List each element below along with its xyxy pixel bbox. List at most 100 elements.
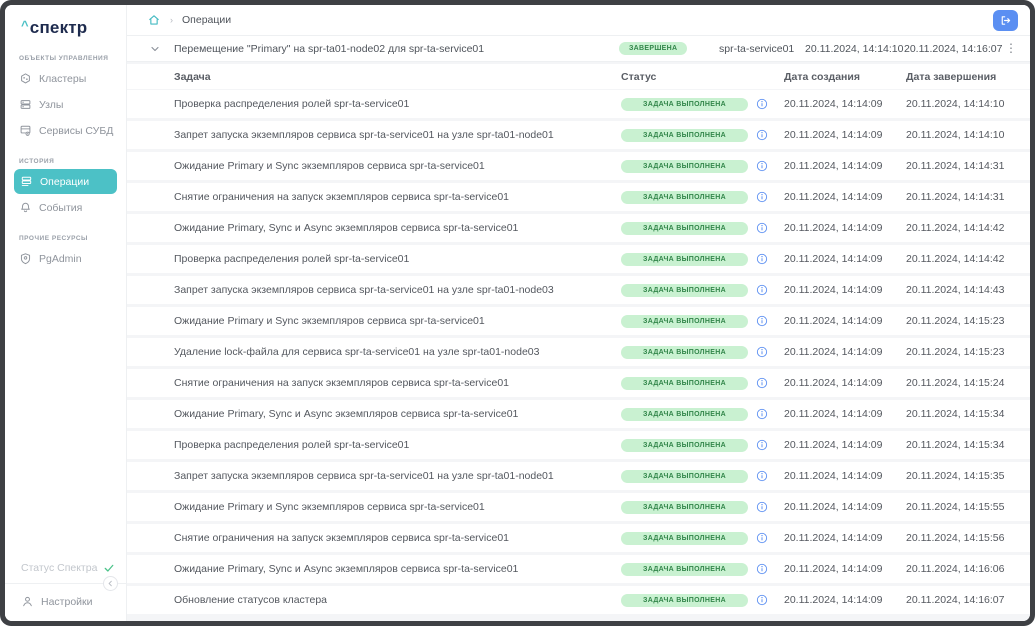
info-icon[interactable]	[756, 284, 768, 296]
pgadmin-icon	[19, 252, 32, 265]
task-status-badge: ЗАДАЧА ВЫПОЛНЕНА	[621, 563, 748, 576]
sidebar-collapse-button[interactable]	[103, 576, 118, 591]
task-label: Проверка распределения ролей spr-ta-serv…	[174, 253, 409, 265]
table-row[interactable]: Проверка распределения ролей spr-ta-serv…	[127, 431, 1030, 459]
table-row[interactable]: Удаление lock-файла для сервиса spr-ta-s…	[127, 338, 1030, 366]
column-finished: Дата завершения	[906, 71, 996, 83]
spektr-status-label: Статус Спектра	[21, 562, 97, 574]
topbar: › Операции	[127, 5, 1030, 36]
task-finished-at: 20.11.2024, 14:14:10	[906, 98, 1004, 110]
table-header: Задача Статус Дата создания Дата заверше…	[127, 64, 1030, 89]
task-label: Ожидание Primary и Sync экземпляров серв…	[174, 315, 485, 327]
sidebar-item-label: Операции	[40, 176, 89, 188]
table-row[interactable]: Снятие ограничения на запуск экземпляров…	[127, 524, 1030, 552]
table-row[interactable]: Ожидание Primary и Sync экземпляров серв…	[127, 493, 1030, 521]
task-label: Проверка распределения ролей spr-ta-serv…	[174, 439, 409, 451]
breadcrumb-current[interactable]: Операции	[182, 14, 231, 26]
info-icon[interactable]	[756, 222, 768, 234]
sidebar-section-label: ПРОЧИЕ РЕСУРСЫ	[19, 235, 116, 242]
table-row[interactable]: Запрет запуска экземпляров сервиса spr-t…	[127, 462, 1030, 490]
task-status-badge: ЗАДАЧА ВЫПОЛНЕНА	[621, 160, 748, 173]
logo-caret-icon: ^	[21, 18, 29, 33]
column-status: Статус	[621, 71, 656, 83]
table-row[interactable]: Проверка распределения ролей spr-ta-serv…	[127, 90, 1030, 118]
task-label: Запрет запуска экземпляров сервиса spr-t…	[174, 284, 554, 296]
chevron-down-icon[interactable]	[149, 43, 161, 55]
info-icon[interactable]	[756, 346, 768, 358]
task-finished-at: 20.11.2024, 14:15:23	[906, 346, 1004, 358]
task-created-at: 20.11.2024, 14:14:09	[784, 408, 882, 420]
info-icon[interactable]	[756, 315, 768, 327]
table-row[interactable]: Обновление статусов кластера ЗАДАЧА ВЫПО…	[127, 586, 1030, 614]
task-created-at: 20.11.2024, 14:14:09	[784, 315, 882, 327]
table-row[interactable]: Снятие ограничения на запуск экземпляров…	[127, 369, 1030, 397]
table-row[interactable]: Проверка распределения ролей spr-ta-serv…	[127, 245, 1030, 273]
home-icon[interactable]	[147, 13, 161, 27]
sidebar-item-pgadmin[interactable]: PgAdmin	[5, 246, 126, 271]
table-row[interactable]: Ожидание Primary, Sync и Async экземпляр…	[127, 555, 1030, 583]
info-icon[interactable]	[756, 439, 768, 451]
task-created-at: 20.11.2024, 14:14:09	[784, 129, 882, 141]
operation-status-badge: ЗАВЕРШЕНА	[619, 42, 687, 55]
task-status-badge: ЗАДАЧА ВЫПОЛНЕНА	[621, 501, 748, 514]
table-row[interactable]: Запрет запуска экземпляров сервиса spr-t…	[127, 121, 1030, 149]
task-finished-at: 20.11.2024, 14:15:34	[906, 408, 1004, 420]
task-status-badge: ЗАДАЧА ВЫПОЛНЕНА	[621, 470, 748, 483]
table-row[interactable]: Ожидание Primary, Sync и Async экземпляр…	[127, 400, 1030, 428]
task-finished-at: 20.11.2024, 14:14:31	[906, 160, 1004, 172]
events-icon	[19, 201, 32, 214]
info-icon[interactable]	[756, 563, 768, 575]
window-frame: ^спектр ОБЪЕКТЫ УПРАВЛЕНИЯКластерыУзлыСе…	[0, 0, 1035, 626]
task-label: Запрет запуска экземпляров сервиса spr-t…	[174, 470, 554, 482]
task-label: Ожидание Primary, Sync и Async экземпляр…	[174, 563, 518, 575]
task-created-at: 20.11.2024, 14:14:09	[784, 346, 882, 358]
table-row[interactable]: Снятие ограничения на запуск экземпляров…	[127, 183, 1030, 211]
task-status-badge: ЗАДАЧА ВЫПОЛНЕНА	[621, 315, 748, 328]
info-icon[interactable]	[756, 594, 768, 606]
task-label: Снятие ограничения на запуск экземпляров…	[174, 532, 509, 544]
table-row[interactable]: Ожидание Primary, Sync и Async экземпляр…	[127, 214, 1030, 242]
task-created-at: 20.11.2024, 14:14:09	[784, 160, 882, 172]
info-icon[interactable]	[756, 253, 768, 265]
operation-finished-at: 20.11.2024, 14:16:07	[904, 43, 1002, 55]
sidebar-item-operations[interactable]: Операции	[14, 169, 117, 194]
info-icon[interactable]	[756, 160, 768, 172]
sidebar: ^спектр ОБЪЕКТЫ УПРАВЛЕНИЯКластерыУзлыСе…	[5, 5, 127, 621]
task-label: Ожидание Primary, Sync и Async экземпляр…	[174, 408, 518, 420]
sidebar-item-events[interactable]: События	[5, 195, 126, 220]
sidebar-item-clusters[interactable]: Кластеры	[5, 66, 126, 91]
info-icon[interactable]	[756, 98, 768, 110]
info-icon[interactable]	[756, 501, 768, 513]
operation-header-row[interactable]: Перемещение "Primary" на spr-ta01-node02…	[127, 36, 1030, 62]
task-created-at: 20.11.2024, 14:14:09	[784, 501, 882, 513]
info-icon[interactable]	[756, 377, 768, 389]
task-created-at: 20.11.2024, 14:14:09	[784, 594, 882, 606]
info-icon[interactable]	[756, 408, 768, 420]
task-created-at: 20.11.2024, 14:14:09	[784, 377, 882, 389]
table-row[interactable]: Ожидание Primary и Sync экземпляров серв…	[127, 152, 1030, 180]
table-row[interactable]: Запрет запуска экземпляров сервиса spr-t…	[127, 276, 1030, 304]
operation-service: spr-ta-service01	[719, 43, 794, 55]
task-finished-at: 20.11.2024, 14:15:23	[906, 315, 1004, 327]
task-finished-at: 20.11.2024, 14:14:42	[906, 253, 1004, 265]
task-label: Запрет запуска экземпляров сервиса spr-t…	[174, 129, 554, 141]
info-icon[interactable]	[756, 129, 768, 141]
info-icon[interactable]	[756, 470, 768, 482]
chevron-left-icon	[106, 579, 115, 588]
task-status-badge: ЗАДАЧА ВЫПОЛНЕНА	[621, 98, 748, 111]
info-icon[interactable]	[756, 532, 768, 544]
sidebar-item-db-services[interactable]: Сервисы СУБД	[5, 118, 126, 143]
task-status-badge: ЗАДАЧА ВЫПОЛНЕНА	[621, 191, 748, 204]
task-finished-at: 20.11.2024, 14:16:07	[906, 594, 1004, 606]
info-icon[interactable]	[756, 191, 768, 203]
logout-button[interactable]	[993, 10, 1018, 31]
task-finished-at: 20.11.2024, 14:15:34	[906, 439, 1004, 451]
task-finished-at: 20.11.2024, 14:15:55	[906, 501, 1004, 513]
sidebar-divider	[5, 583, 126, 584]
sidebar-item-label: Кластеры	[39, 73, 86, 85]
app-logo: ^спектр	[5, 5, 126, 40]
task-created-at: 20.11.2024, 14:14:09	[784, 532, 882, 544]
kebab-menu-icon[interactable]: ⋮	[1004, 40, 1018, 57]
table-row[interactable]: Ожидание Primary и Sync экземпляров серв…	[127, 307, 1030, 335]
sidebar-item-nodes[interactable]: Узлы	[5, 92, 126, 117]
